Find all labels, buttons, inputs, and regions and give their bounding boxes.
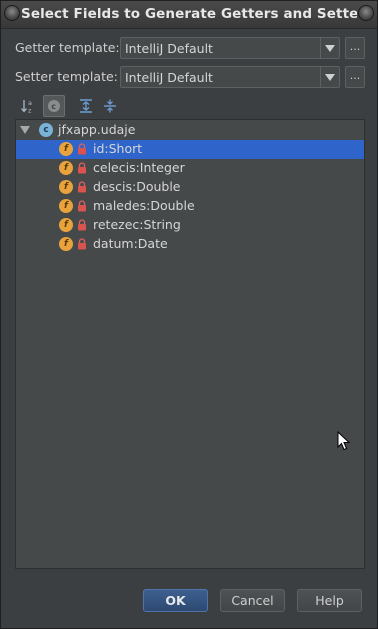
field-icon: f <box>59 199 73 213</box>
lock-icon <box>78 181 86 193</box>
field-label: celecis:Integer <box>93 160 185 175</box>
ok-button[interactable]: OK <box>143 589 208 612</box>
field-label: descis:Double <box>93 179 181 194</box>
getter-template-label: Getter template: <box>15 40 120 55</box>
fields-tree[interactable]: c jfxapp.udaje f id:Short f celecis:Inte… <box>15 119 365 569</box>
title-bar[interactable]: Select Fields to Generate Getters and Se… <box>1 1 377 29</box>
class-icon: c <box>39 123 53 137</box>
field-icon: f <box>59 237 73 251</box>
field-label: id:Short <box>93 141 143 156</box>
getter-template-value: IntelliJ Default <box>125 41 213 56</box>
lock-icon <box>78 238 86 250</box>
lock-icon <box>78 143 86 155</box>
setter-template-more-button[interactable]: ... <box>345 66 365 88</box>
tree-root-label: jfxapp.udaje <box>58 122 136 137</box>
field-icon: f <box>59 218 73 232</box>
lock-icon <box>78 162 86 174</box>
expand-all-icon[interactable] <box>75 95 97 117</box>
tree-field-row[interactable]: f datum:Date <box>16 235 364 254</box>
expand-arrow-icon[interactable] <box>20 126 30 134</box>
mouse-cursor-icon <box>337 431 350 451</box>
lock-icon <box>78 219 86 231</box>
tree-field-row[interactable]: f descis:Double <box>16 178 364 197</box>
chevron-down-icon[interactable] <box>320 38 339 58</box>
lock-icon <box>78 200 86 212</box>
sort-alphabetically-icon[interactable]: a z <box>17 95 39 117</box>
svg-text:z: z <box>28 107 32 115</box>
field-label: maledes:Double <box>93 198 195 213</box>
window-menu-button[interactable] <box>4 5 20 21</box>
dialog-title: Select Fields to Generate Getters and Se… <box>21 6 357 22</box>
tree-field-row[interactable]: f celecis:Integer <box>16 159 364 178</box>
close-window-button[interactable] <box>358 5 374 21</box>
tree-field-row[interactable]: f maledes:Double <box>16 197 364 216</box>
getter-template-more-button[interactable]: ... <box>345 37 365 59</box>
tree-field-row[interactable]: f id:Short <box>16 140 364 159</box>
field-icon: f <box>59 161 73 175</box>
field-icon: f <box>59 142 73 156</box>
chevron-down-icon[interactable] <box>320 67 339 87</box>
field-icon: f <box>59 180 73 194</box>
setter-template-combo[interactable]: IntelliJ Default <box>120 66 340 88</box>
tree-field-row[interactable]: f retezec:String <box>16 216 364 235</box>
svg-text:c: c <box>51 102 56 111</box>
field-label: datum:Date <box>93 236 168 251</box>
setter-template-label: Setter template: <box>15 69 118 84</box>
dialog-window: Select Fields to Generate Getters and Se… <box>0 0 378 629</box>
getter-template-combo[interactable]: IntelliJ Default <box>120 37 340 59</box>
show-classes-icon[interactable]: c <box>43 95 65 117</box>
help-button[interactable]: Help <box>297 589 362 612</box>
field-label: retezec:String <box>93 217 181 232</box>
setter-template-value: IntelliJ Default <box>125 70 213 85</box>
cancel-button[interactable]: Cancel <box>220 589 285 612</box>
tree-root-node[interactable]: c jfxapp.udaje <box>16 121 364 140</box>
collapse-all-icon[interactable] <box>99 95 121 117</box>
